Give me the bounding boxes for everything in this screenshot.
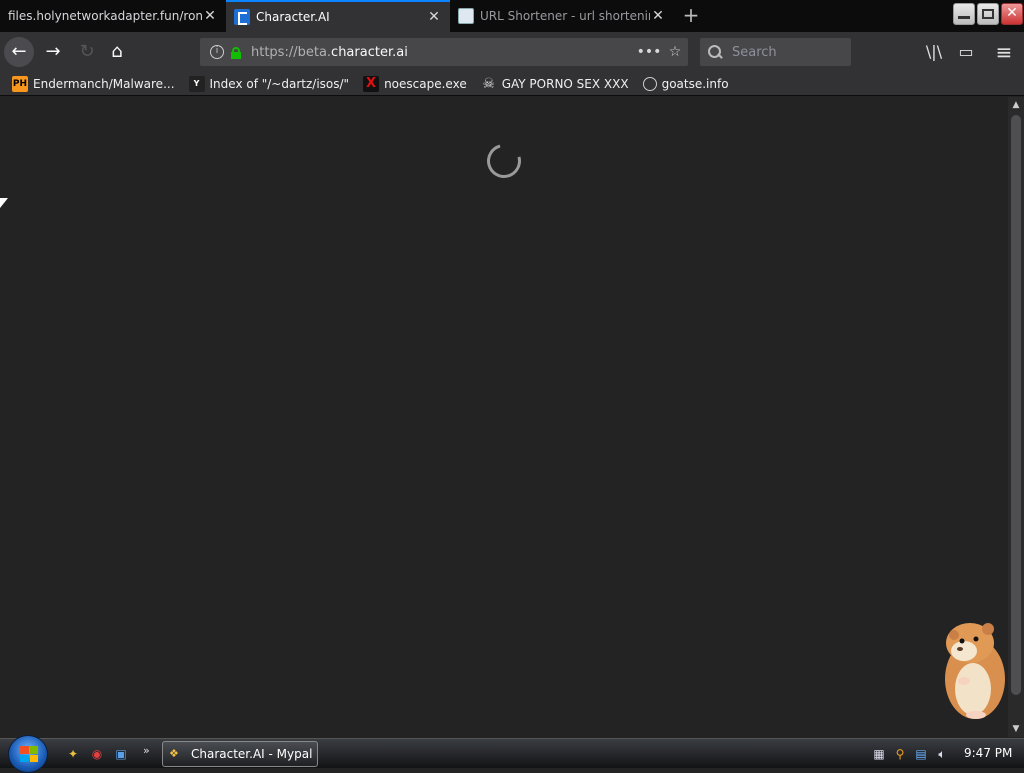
navigation-toolbar: ← → ↻ ⌂ i https://beta.character.ai ••• … (0, 32, 1024, 72)
start-button[interactable] (8, 735, 48, 773)
forward-button[interactable]: → (38, 37, 68, 67)
restore-button[interactable] (977, 3, 999, 25)
secure-lock-icon[interactable] (231, 46, 241, 59)
yc-favicon-icon: Y (188, 75, 205, 92)
bookmark-star-icon[interactable]: ☆ (662, 44, 688, 60)
minimize-icon (958, 16, 970, 19)
bookmark-goatse[interactable]: goatse.info (642, 76, 729, 91)
taskbar: ✦ ◉ ▣ » ❖ Character.AI - Mypal ▦ ⚲ ▤ 🔈︎ … (0, 735, 1024, 773)
quick-launch-app-icon[interactable]: ✦ (64, 745, 82, 763)
page-content (0, 97, 1008, 737)
scroll-up-icon[interactable]: ▲ (1008, 97, 1024, 113)
url-text[interactable]: https://beta.character.ai (251, 45, 636, 60)
bookmark-label: Index of "/~dartz/isos/" (209, 76, 350, 91)
network-icon[interactable]: ▤ (912, 745, 930, 763)
search-box[interactable] (700, 38, 851, 66)
bookmark-label: GAY PORNO SEX XXX (501, 76, 629, 91)
quick-launch-browser-icon[interactable]: ◉ (88, 745, 106, 763)
taskbar-window-label: Character.AI - Mypal (191, 747, 313, 761)
new-tab-button[interactable]: + (680, 4, 702, 28)
tab-url-shortener[interactable]: URL Shortener - url shortening ✕ (450, 0, 674, 32)
x-favicon-icon: X (363, 75, 380, 92)
vertical-scrollbar[interactable]: ▲ ▼ (1008, 97, 1024, 737)
mouse-cursor-icon (0, 198, 8, 208)
scroll-down-icon[interactable]: ▼ (1008, 721, 1024, 737)
back-button[interactable]: ← (4, 37, 34, 67)
windows-logo-icon (20, 746, 38, 762)
tray-search-icon[interactable]: ⚲ (891, 745, 909, 763)
clock[interactable]: 9:47 PM (964, 746, 1012, 760)
site-info-icon[interactable]: i (210, 45, 224, 59)
page-actions-icon[interactable]: ••• (636, 44, 662, 60)
ph-favicon-icon: PH (12, 75, 28, 92)
tab-label: Character.AI (256, 10, 330, 24)
globe-icon (642, 76, 657, 91)
skull-favicon-icon: ☠ (482, 75, 495, 92)
address-bar[interactable]: i https://beta.character.ai ••• ☆ (200, 38, 688, 66)
bookmark-label: noescape.exe (384, 76, 467, 91)
tab-strip: files.holynetworkadapter.fun/ronc ✕ Char… (0, 0, 1024, 32)
tab-label: URL Shortener - url shortening (480, 9, 650, 23)
bookmark-label: goatse.info (661, 76, 729, 91)
tab-character-ai[interactable]: Character.AI ✕ (226, 0, 450, 32)
bookmark-gay-porno[interactable]: ☠ GAY PORNO SEX XXX (481, 75, 629, 92)
close-window-button[interactable]: ✕ (1001, 3, 1023, 25)
taskbar-window-button[interactable]: ❖ Character.AI - Mypal (162, 741, 318, 767)
reload-icon[interactable]: ↻ (72, 37, 102, 67)
close-tab-icon[interactable]: ✕ (650, 8, 666, 24)
menu-icon[interactable]: ≡ (990, 38, 1018, 66)
window-controls: ✕ (952, 0, 1024, 30)
volume-icon[interactable]: 🔈︎ (933, 745, 951, 763)
close-tab-icon[interactable]: ✕ (426, 9, 442, 25)
search-icon (708, 45, 722, 59)
search-input[interactable] (730, 43, 840, 61)
show-desktop-icon[interactable]: ▣ (112, 745, 130, 763)
quick-launch-more-icon[interactable]: » (143, 744, 150, 757)
bookmark-dartz-isos[interactable]: Y Index of "/~dartz/isos/" (188, 75, 350, 92)
minimize-button[interactable] (953, 3, 975, 25)
mypal-icon: ❖ (169, 747, 179, 760)
hamster-pet-icon[interactable] (940, 617, 1010, 721)
close-tab-icon[interactable]: ✕ (202, 8, 218, 24)
url-shortener-favicon-icon (458, 8, 474, 24)
tab-holynetworkadapter[interactable]: files.holynetworkadapter.fun/ronc ✕ (0, 0, 226, 32)
restore-icon (982, 9, 994, 19)
bookmarks-toolbar: PH Endermanch/Malware... Y Index of "/~d… (0, 72, 1024, 96)
url-domain: character.ai (331, 44, 408, 60)
character-ai-favicon-icon (234, 9, 250, 25)
bookmark-endermanch[interactable]: PH Endermanch/Malware... (12, 75, 175, 92)
close-icon: ✕ (1006, 5, 1018, 21)
bookmark-label: Endermanch/Malware... (33, 76, 175, 91)
tray-app-icon[interactable]: ▦ (870, 745, 888, 763)
sidebar-icon[interactable]: ▭ (952, 38, 980, 66)
system-tray: ▦ ⚲ ▤ 🔈︎ (870, 745, 954, 763)
scroll-thumb[interactable] (1011, 115, 1021, 695)
home-button[interactable]: ⌂ (102, 37, 132, 67)
url-prefix: https://beta. (251, 44, 332, 60)
bookmark-noescape[interactable]: X noescape.exe (363, 75, 467, 92)
loading-spinner-icon (480, 137, 528, 185)
library-icon[interactable]: \|\ (920, 38, 948, 66)
tab-label: files.holynetworkadapter.fun/ronc (8, 9, 202, 23)
